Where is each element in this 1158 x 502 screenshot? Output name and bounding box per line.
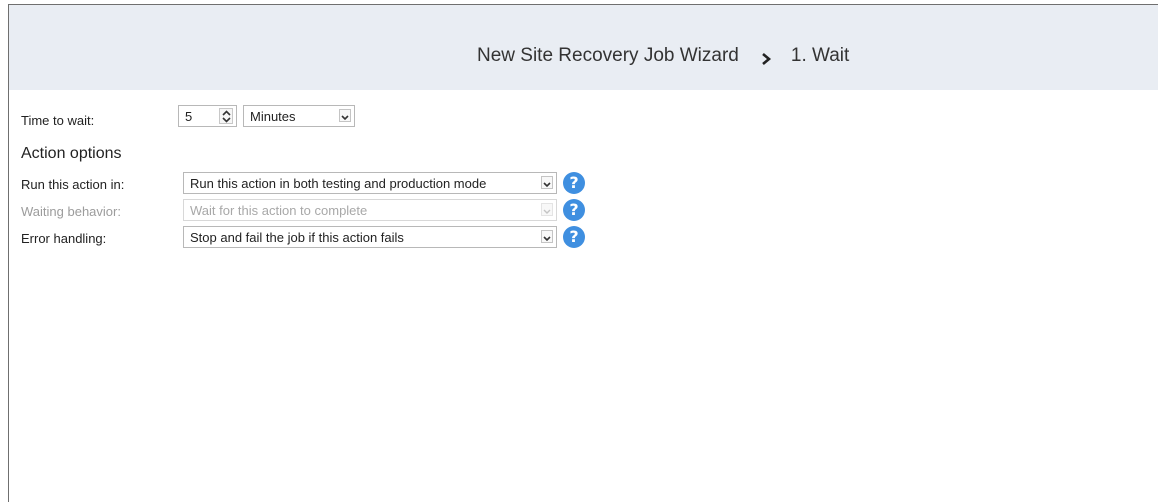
chevron-down-icon[interactable]	[222, 117, 231, 123]
spinner-buttons[interactable]	[219, 108, 233, 124]
run-in-label: Run this action in:	[21, 177, 125, 192]
time-to-wait-value[interactable]: 5	[185, 109, 192, 124]
waiting-behavior-value: Wait for this action to complete	[190, 203, 368, 218]
error-handling-label: Error handling:	[21, 231, 107, 246]
chevron-down-icon[interactable]	[541, 176, 553, 189]
error-handling-value: Stop and fail the job if this action fai…	[190, 230, 404, 245]
time-to-wait-label: Time to wait:	[21, 113, 95, 128]
waiting-behavior-select[interactable]: Wait for this action to complete	[183, 199, 557, 221]
time-to-wait-spinner[interactable]: 5	[178, 105, 237, 127]
help-icon[interactable]: ?	[563, 199, 585, 221]
time-unit-value: Minutes	[250, 109, 296, 124]
help-icon[interactable]: ?	[563, 226, 585, 248]
wizard-title: New Site Recovery Job Wizard	[477, 45, 739, 66]
action-options-title: Action options	[21, 145, 122, 162]
chevron-down-icon[interactable]	[541, 230, 553, 243]
current-step: 1. Wait	[790, 45, 850, 66]
run-in-value: Run this action in both testing and prod…	[190, 176, 487, 191]
breadcrumb: New Site Recovery Job Wizard 1. Wait	[477, 45, 849, 67]
wizard-header: New Site Recovery Job Wizard 1. Wait	[9, 5, 1158, 90]
time-unit-select[interactable]: Minutes	[243, 105, 355, 127]
wizard-panel: New Site Recovery Job Wizard 1. Wait	[8, 4, 1158, 502]
run-in-select[interactable]: Run this action in both testing and prod…	[183, 172, 557, 194]
chevron-up-icon[interactable]	[222, 110, 231, 116]
help-icon[interactable]: ?	[563, 172, 585, 194]
waiting-behavior-label: Waiting behavior:	[21, 204, 121, 219]
chevron-right-icon	[759, 50, 773, 65]
error-handling-select[interactable]: Stop and fail the job if this action fai…	[183, 226, 557, 248]
chevron-down-icon	[541, 203, 553, 216]
chevron-down-icon[interactable]	[339, 109, 351, 122]
